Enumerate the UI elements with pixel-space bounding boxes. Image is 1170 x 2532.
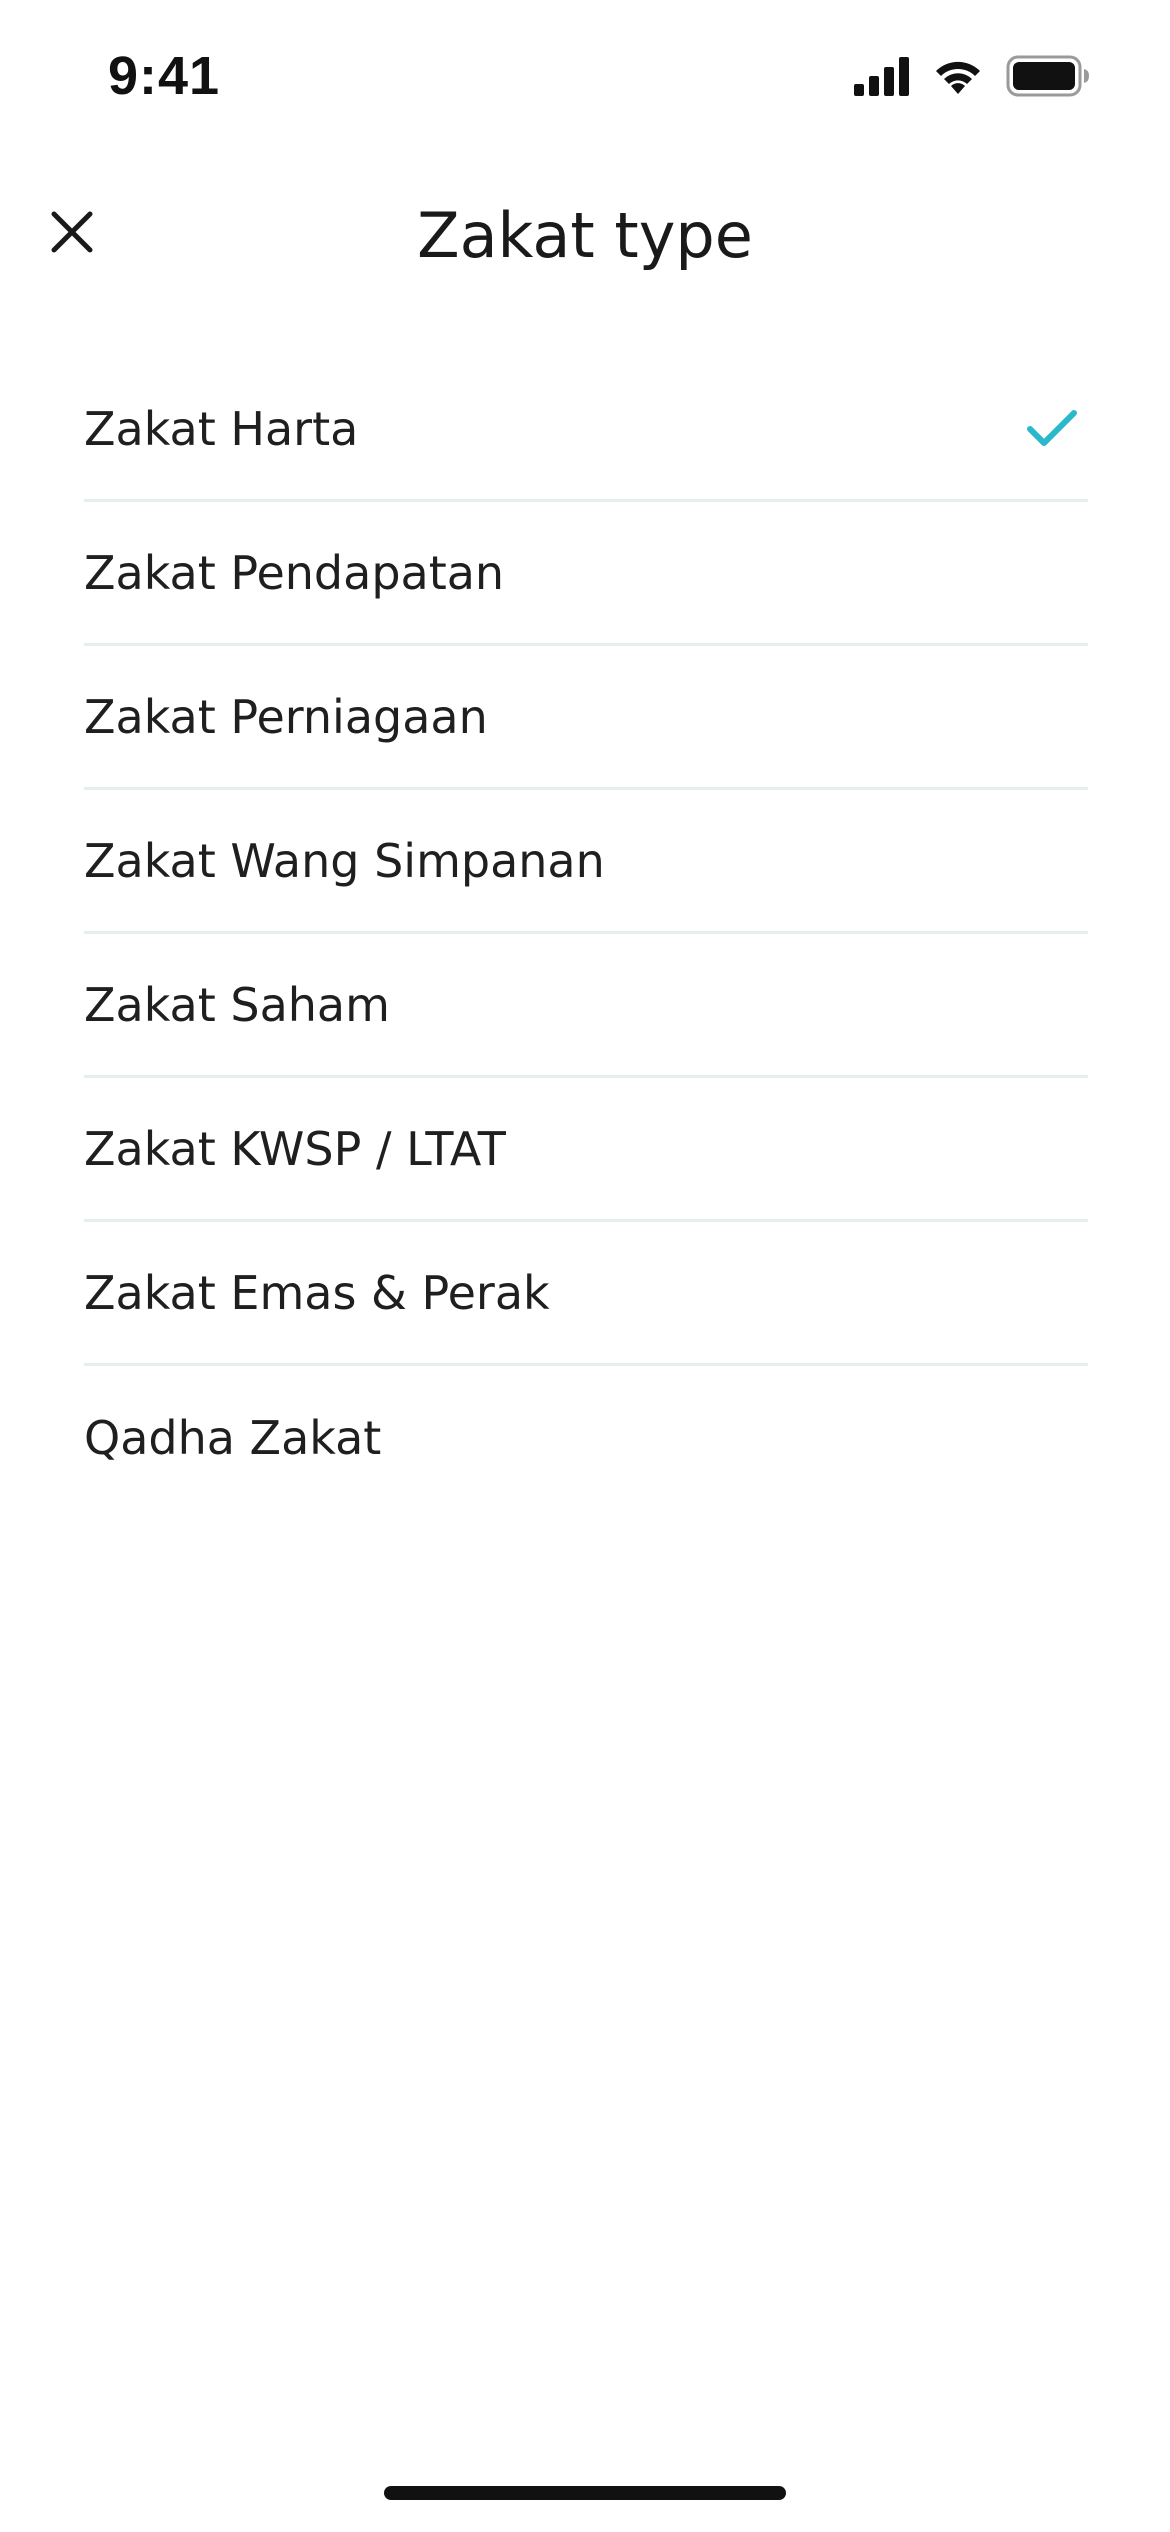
home-indicator[interactable] [384, 2486, 786, 2500]
option-zakat-kwsp-ltat[interactable]: Zakat KWSP / LTAT [84, 1078, 1088, 1222]
option-label: Qadha Zakat [84, 1411, 382, 1465]
option-label: Zakat Pendapatan [84, 545, 505, 600]
option-label: Zakat KWSP / LTAT [84, 1121, 506, 1176]
option-zakat-saham[interactable]: Zakat Saham [84, 934, 1088, 1078]
option-qadha-zakat[interactable]: Qadha Zakat [84, 1366, 1088, 1510]
option-label: Zakat Perniagaan [84, 689, 488, 744]
status-bar: 9:41 [0, 0, 1170, 150]
cellular-signal-icon [854, 56, 910, 96]
option-label: Zakat Wang Simpanan [84, 833, 605, 888]
checkmark-icon [1024, 401, 1080, 457]
option-zakat-perniagaan[interactable]: Zakat Perniagaan [84, 646, 1088, 790]
wifi-icon [932, 56, 984, 96]
status-icons [854, 54, 1090, 98]
option-label: Zakat Saham [84, 977, 390, 1032]
status-time: 9:41 [108, 46, 221, 106]
option-label: Zakat Harta [84, 401, 359, 456]
option-zakat-emas-perak[interactable]: Zakat Emas & Perak [84, 1222, 1088, 1366]
option-zakat-harta[interactable]: Zakat Harta [84, 358, 1088, 502]
header: Zakat type [0, 180, 1170, 290]
option-zakat-pendapatan[interactable]: Zakat Pendapatan [84, 502, 1088, 646]
zakat-type-list: Zakat Harta Zakat Pendapatan Zakat Perni… [84, 358, 1088, 1510]
option-zakat-wang-simpanan[interactable]: Zakat Wang Simpanan [84, 790, 1088, 934]
page-title: Zakat type [417, 199, 753, 272]
battery-icon [1006, 55, 1090, 97]
option-label: Zakat Emas & Perak [84, 1265, 550, 1320]
